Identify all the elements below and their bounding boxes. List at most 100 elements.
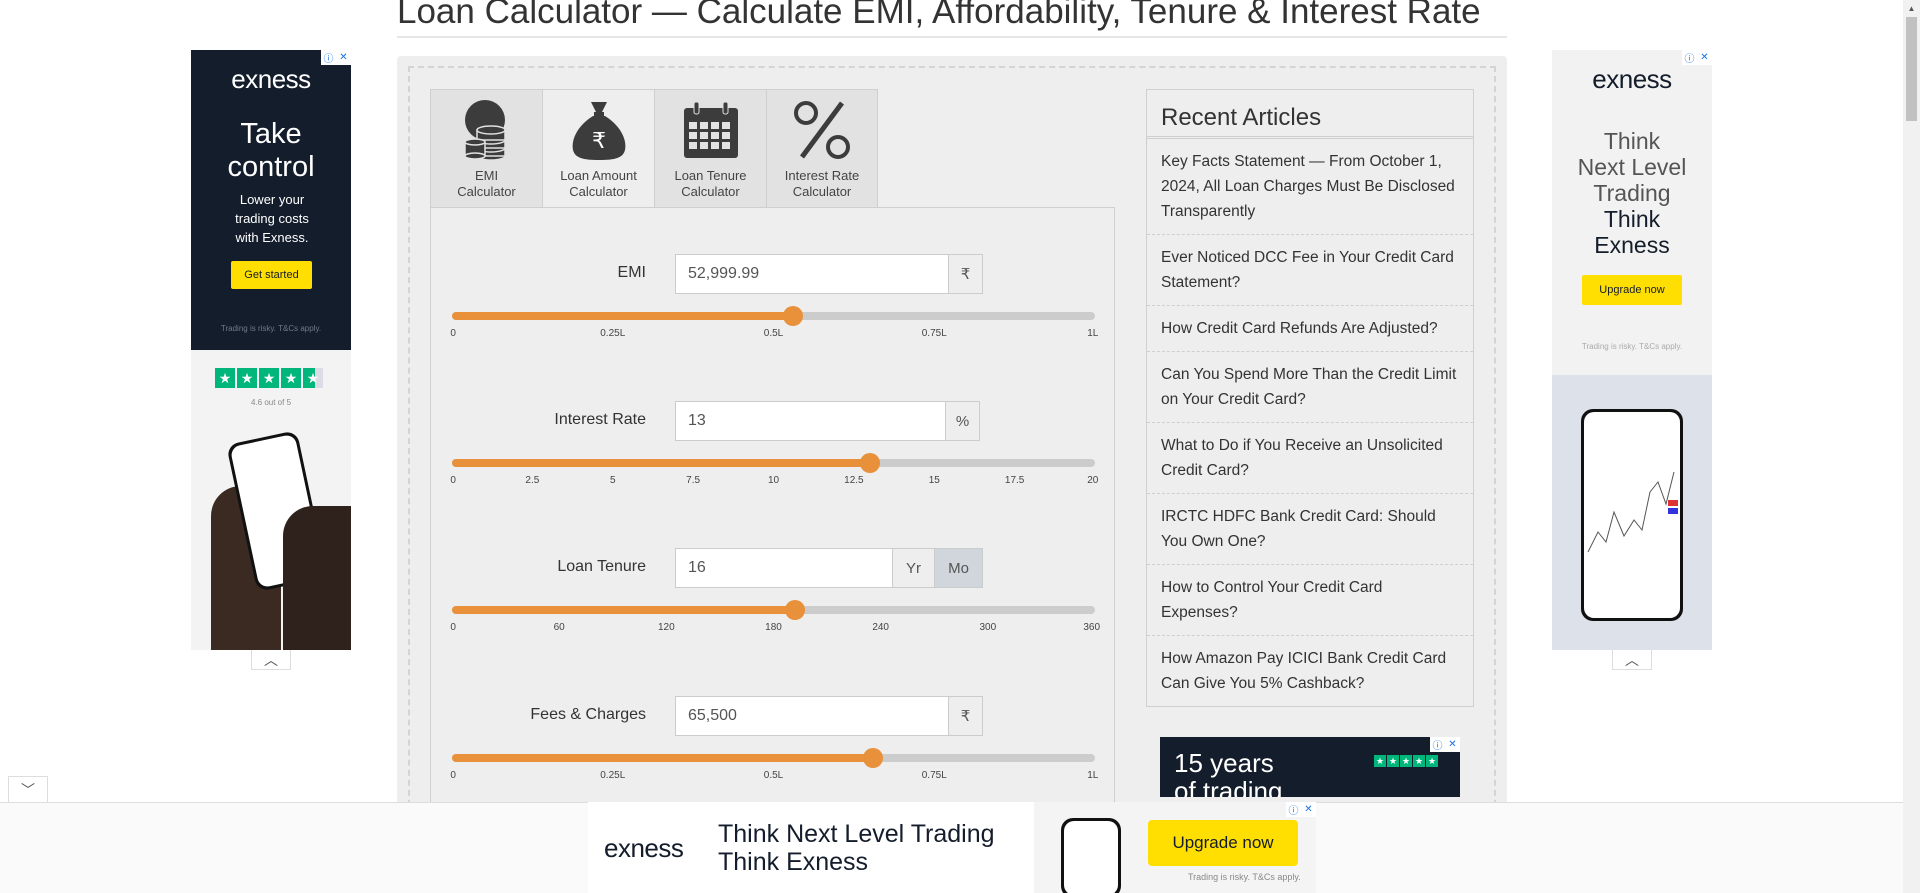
bottom-ad-disclaimer: Trading is risky. T&Cs apply. (1188, 872, 1301, 882)
slider-tick-label: 12.5 (844, 475, 864, 486)
slider-tick-label: 2.5 (525, 475, 540, 486)
loan-tenure-input[interactable] (676, 549, 892, 587)
recent-articles-title: Recent Articles (1147, 90, 1473, 139)
right-ad-collapse-button[interactable]: ︿ (1612, 650, 1652, 670)
tab-loan-amount-label: Loan Amount Calculator (560, 168, 637, 199)
left-ad-bottom: ★ ★ ★ ★ ★ 4.6 out of 5 (191, 350, 351, 650)
star-rating-icon: ★ ★ ★ ★ ★ (1374, 755, 1438, 767)
tab-loan-tenure-calculator[interactable]: Loan Tenure Calculator (654, 89, 766, 208)
article-link[interactable]: How Amazon Pay ICICI Bank Credit Card Ca… (1147, 636, 1473, 706)
interest-rate-slider-handle[interactable] (859, 453, 880, 473)
ad-info-icon[interactable]: ⓘ (1682, 50, 1697, 65)
ad-close-icon[interactable]: ✕ (336, 50, 351, 65)
ad-info-icon[interactable]: ⓘ (1430, 737, 1445, 752)
fees-label: Fees & Charges (530, 706, 646, 723)
loan-tenure-input-group: Yr Mo (675, 548, 983, 588)
slider-tick-label: 0.5L (763, 770, 784, 781)
emi-slider-handle[interactable] (782, 306, 803, 326)
page-scrollbar[interactable]: ▲ (1903, 0, 1920, 893)
loan-tenure-slider-handle[interactable] (784, 600, 805, 620)
tab-emi-calculator[interactable]: EMI Calculator (430, 89, 542, 208)
slider-tick-label: 0.75L (921, 770, 947, 781)
ad-info-icon[interactable]: ⓘ (1286, 802, 1301, 817)
interest-rate-slider-fill (452, 459, 870, 467)
tab-loan-amount-calculator[interactable]: ₹ Loan Amount Calculator (542, 89, 654, 209)
upgrade-now-button[interactable]: Upgrade now (1148, 820, 1298, 866)
calendar-icon (679, 98, 743, 162)
slider-tick-label: 1L (1087, 770, 1099, 781)
page-title: Loan Calculator — Calculate EMI, Afforda… (397, 0, 1507, 38)
slider-tick-label: 0 (450, 475, 456, 486)
get-started-button[interactable]: Get started (231, 261, 312, 289)
emi-slider[interactable] (452, 306, 1095, 326)
slider-tick-label: 17.5 (1004, 475, 1025, 486)
ad-choices-badge[interactable]: ⓘ ✕ (1430, 737, 1460, 752)
article-link[interactable]: IRCTC HDFC Bank Credit Card: Should You … (1147, 494, 1473, 565)
tab-interest-rate-calculator[interactable]: Interest Rate Calculator (766, 89, 878, 208)
emi-input-group: ₹ (675, 254, 983, 294)
loan-tenure-slider-ticks: 0 60 120 180 240 300 360 (450, 622, 1100, 636)
tenure-month-toggle[interactable]: Mo (934, 549, 982, 587)
interest-rate-unit-addon: % (945, 402, 979, 440)
ad-close-icon[interactable]: ✕ (1445, 737, 1460, 752)
left-skyscraper-ad[interactable]: ⓘ ✕ exness Take control Lower your tradin… (191, 50, 351, 650)
upgrade-now-button[interactable]: Upgrade now (1582, 275, 1682, 305)
emi-unit-addon: ₹ (948, 255, 982, 293)
emi-label: EMI (617, 264, 646, 281)
article-link[interactable]: How Credit Card Refunds Are Adjusted? (1147, 306, 1473, 352)
fees-input-group: ₹ (675, 696, 983, 736)
ad-close-icon[interactable]: ✕ (1697, 50, 1712, 65)
interest-rate-input-group: % (675, 401, 980, 441)
article-link[interactable]: Key Facts Statement — From October 1, 20… (1147, 139, 1473, 235)
interest-rate-slider[interactable] (452, 453, 1095, 473)
article-link[interactable]: Ever Noticed DCC Fee in Your Credit Card… (1147, 235, 1473, 306)
loan-tenure-slider-fill (452, 606, 795, 614)
bottom-bar-collapse-button[interactable]: ﹀ (8, 776, 48, 802)
slider-tick-label: 0 (450, 622, 456, 633)
ad-info-icon[interactable]: ⓘ (321, 50, 336, 65)
slider-tick-label: 0.25L (600, 328, 626, 339)
ad-choices-badge[interactable]: ⓘ ✕ (1682, 50, 1712, 65)
tenure-year-toggle[interactable]: Yr (892, 549, 934, 587)
article-link[interactable]: How to Control Your Credit Card Expenses… (1147, 565, 1473, 636)
article-link[interactable]: What to Do if You Receive an Unsolicited… (1147, 423, 1473, 494)
fees-unit-addon: ₹ (948, 697, 982, 735)
tab-interest-rate-label: Interest Rate Calculator (784, 168, 860, 199)
fees-slider-ticks: 0 0.25L 0.5L 0.75L 1L (450, 770, 1099, 784)
ad-choices-badge[interactable]: ⓘ ✕ (1286, 802, 1316, 817)
left-ad-collapse-button[interactable]: ︿ (251, 650, 291, 670)
inline-ad[interactable]: 15 years of trading ★ ★ ★ ★ ★ ⓘ ✕ (1160, 737, 1460, 797)
exness-logo: exness (604, 833, 684, 863)
scrollbar-thumb[interactable] (1906, 17, 1917, 121)
interest-rate-input[interactable] (676, 402, 945, 440)
ad-choices-badge[interactable]: ⓘ ✕ (321, 50, 351, 65)
bottom-banner-ad[interactable]: exness Think Next Level Trading Think Ex… (588, 802, 1316, 893)
ad-close-icon[interactable]: ✕ (1301, 802, 1316, 817)
right-skyscraper-ad[interactable]: ⓘ ✕ exness Think Next Level Trading Think… (1552, 50, 1712, 650)
phone-image (1581, 409, 1683, 621)
calculator-tabs: EMICalculator ₹ Loan AmountCalculator (430, 89, 878, 209)
emi-input[interactable] (676, 255, 948, 293)
scroll-up-arrow-icon[interactable]: ▲ (1903, 0, 1920, 17)
fees-slider[interactable] (452, 748, 1095, 768)
fees-slider-fill (452, 754, 874, 762)
fees-input[interactable] (676, 697, 948, 735)
chart-thumbnail-icon (1587, 471, 1678, 553)
article-link[interactable]: Can You Spend More Than the Credit Limit… (1147, 352, 1473, 423)
loan-tenure-label: Loan Tenure (557, 558, 646, 575)
left-ad-headline: Take control (227, 118, 315, 183)
slider-tick-label: 5 (609, 475, 616, 486)
hand-phone-image (211, 426, 351, 650)
slider-tick-label: 360 (1083, 622, 1101, 633)
trustpilot-stars-icon: ★ ★ ★ ★ ★ (215, 368, 323, 388)
slider-tick-label: 120 (657, 622, 675, 633)
loan-tenure-slider[interactable] (452, 600, 1095, 620)
slider-tick-label: 180 (765, 622, 782, 633)
right-ad-bottom (1552, 375, 1712, 650)
phone-image (1061, 818, 1121, 893)
recent-articles: Recent Articles Key Facts Statement — Fr… (1146, 89, 1474, 707)
fees-slider-handle[interactable] (863, 748, 884, 768)
slider-tick-label: 60 (553, 622, 565, 633)
percent-icon (790, 98, 854, 162)
inline-ad-line1: 15 years (1174, 748, 1274, 778)
